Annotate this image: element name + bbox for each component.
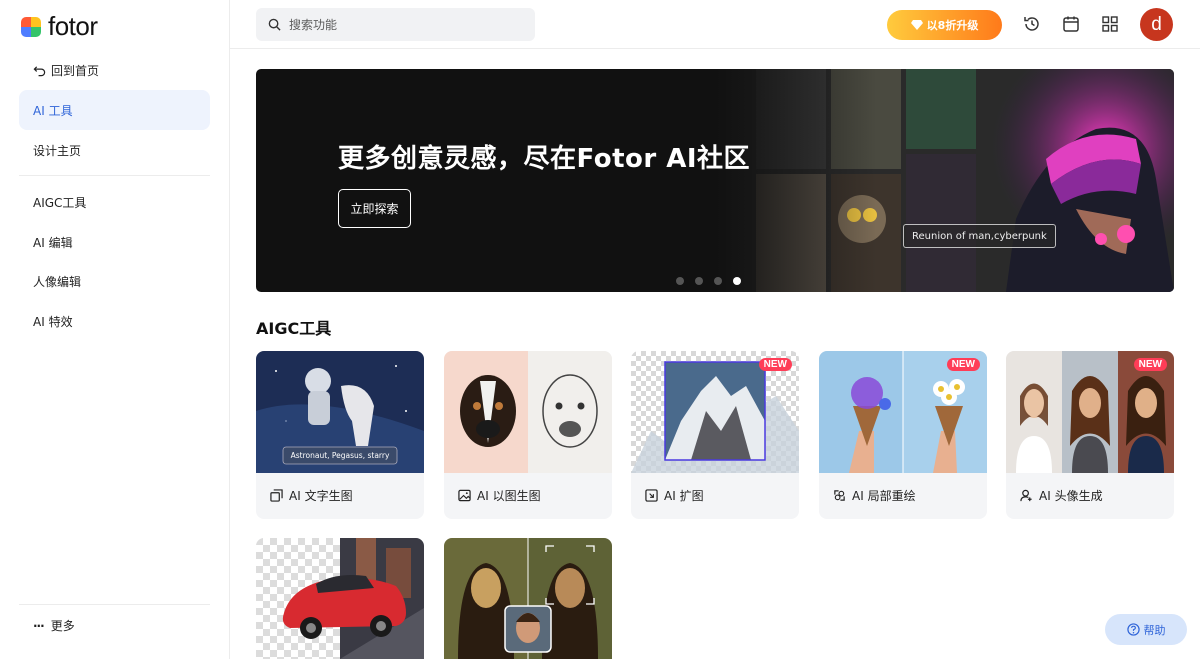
text-to-image-icon [270, 489, 283, 502]
upgrade-button[interactable]: 以8折升级 [887, 10, 1002, 40]
expand-icon [645, 489, 658, 502]
image-prompt-tag: Reunion of man,cyberpunk [903, 224, 1056, 248]
sidebar-divider [19, 604, 210, 605]
top-bar: 搜索功能 以8折升级 d [230, 0, 1200, 49]
apps-grid-icon[interactable] [1100, 14, 1120, 34]
sidebar-item-ai-edit[interactable]: AI 编辑 [19, 222, 210, 262]
undo-arrow-icon [33, 66, 46, 77]
tool-card-image-to-image[interactable]: AI 以图生图 [444, 351, 612, 519]
tool-card-face-swap[interactable] [444, 538, 612, 659]
sidebar: fotor 回到首页 AI 工具 设计主页 AIGC工具 AI 编辑 人像编辑 … [0, 0, 230, 659]
tool-card-text-to-image[interactable]: Astronaut, Pegasus, starry AI 文字生图 [256, 351, 424, 519]
carousel-dots [676, 277, 741, 285]
new-badge: NEW [1133, 358, 1167, 371]
carousel-dot[interactable] [695, 277, 703, 285]
upgrade-label: 以8折升级 [926, 19, 979, 32]
thumbnail-caption: Astronaut, Pegasus, starry [290, 451, 390, 460]
sidebar-item-ai-effects[interactable]: AI 特效 [19, 301, 210, 341]
back-home-link[interactable]: 回到首页 [33, 62, 99, 79]
tool-card-label-row: AI 头像生成 [1020, 487, 1103, 504]
sidebar-item-label: 设计主页 [33, 143, 82, 158]
sidebar-item-design-home[interactable]: 设计主页 [19, 130, 210, 170]
search-icon [268, 18, 281, 31]
carousel-dot[interactable] [714, 277, 722, 285]
calendar-icon[interactable] [1061, 14, 1081, 34]
tool-card-label: AI 以图生图 [477, 489, 541, 503]
section-title: AIGC工具 [256, 319, 332, 338]
dog-sketch-thumbnail [444, 351, 612, 473]
fotor-logo-icon [21, 16, 41, 37]
sidebar-item-label: AIGC工具 [33, 195, 87, 210]
help-icon [1126, 623, 1140, 636]
tool-card-inpaint[interactable]: NEW AI 局部重绘 [819, 351, 987, 519]
image-icon [458, 489, 471, 502]
search-placeholder: 搜索功能 [289, 18, 338, 32]
promo-banner[interactable]: 更多创意灵感，尽在Fotor AI社区 立即探索 Reunion of man,… [256, 69, 1174, 292]
back-home-label: 回到首页 [51, 64, 100, 78]
tool-card-background-remover[interactable] [256, 538, 424, 659]
avatar[interactable]: d [1140, 8, 1173, 41]
tool-card-label-row: AI 局部重绘 [833, 487, 916, 504]
tool-card-label: AI 扩图 [664, 489, 704, 503]
explore-button[interactable]: 立即探索 [338, 189, 411, 228]
sidebar-item-label: 人像编辑 [33, 274, 82, 289]
replace-icon [834, 490, 845, 501]
tool-card-label: AI 局部重绘 [852, 489, 916, 503]
banner-collage-image [716, 69, 1174, 292]
carousel-dot-active[interactable] [733, 277, 741, 285]
ellipsis-icon: ··· [33, 618, 45, 633]
help-button[interactable]: 帮助 [1105, 614, 1187, 645]
new-badge: NEW [758, 358, 792, 371]
sidebar-divider [19, 175, 210, 176]
avatar-letter: d [1151, 13, 1162, 35]
tool-card-label-row: AI 扩图 [645, 487, 704, 504]
search-input[interactable]: 搜索功能 [256, 8, 535, 41]
sidebar-item-portrait-edit[interactable]: 人像编辑 [19, 261, 210, 301]
tool-card-label-row: AI 文字生图 [270, 487, 353, 504]
more-button[interactable]: ··· 更多 [33, 617, 75, 634]
mona-lisa-thumbnail [444, 538, 612, 659]
tool-card-label: AI 头像生成 [1039, 489, 1103, 503]
tool-card-label: AI 文字生图 [289, 489, 353, 503]
fotor-logo[interactable]: fotor [21, 11, 98, 42]
tool-card-label-row: AI 以图生图 [458, 487, 541, 504]
help-label: 帮助 [1143, 623, 1166, 637]
more-label: 更多 [50, 619, 75, 633]
new-badge: NEW [946, 358, 980, 371]
brand-name: fotor [48, 11, 98, 41]
sidebar-item-label: AI 特效 [33, 314, 73, 329]
sidebar-item-label: AI 工具 [33, 103, 73, 118]
carousel-dot[interactable] [676, 277, 684, 285]
sidebar-item-aigc-tools[interactable]: AIGC工具 [19, 182, 210, 222]
tool-card-expand[interactable]: NEW AI 扩图 [631, 351, 799, 519]
history-icon[interactable] [1022, 14, 1042, 34]
user-add-icon [1020, 489, 1032, 502]
banner-title: 更多创意灵感，尽在Fotor AI社区 [338, 144, 751, 174]
red-car-thumbnail [256, 538, 424, 659]
diamond-icon [910, 20, 923, 30]
sidebar-item-label: AI 编辑 [33, 235, 73, 250]
sidebar-item-ai-tools[interactable]: AI 工具 [19, 90, 210, 130]
tool-card-avatar-generator[interactable]: NEW AI 头像生成 [1006, 351, 1174, 519]
